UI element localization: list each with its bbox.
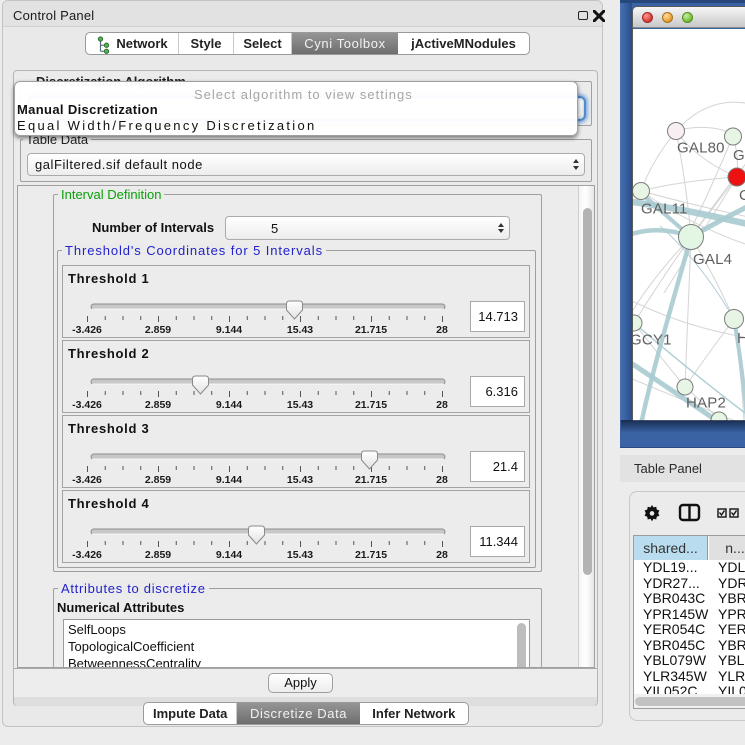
svg-text:9.144: 9.144	[216, 324, 242, 336]
svg-text:21.715: 21.715	[355, 474, 387, 486]
svg-text:28: 28	[436, 549, 448, 561]
svg-text:-3.426: -3.426	[72, 399, 102, 411]
svg-text:GCY1: GCY1	[633, 332, 672, 349]
svg-text:2.859: 2.859	[145, 399, 171, 411]
svg-text:21.715: 21.715	[355, 324, 387, 336]
svg-text:2.859: 2.859	[145, 324, 171, 336]
svg-text:GAL80: GAL80	[677, 140, 725, 157]
svg-text:-3.426: -3.426	[72, 549, 102, 561]
svg-text:28: 28	[436, 474, 448, 486]
svg-text:2.859: 2.859	[145, 549, 171, 561]
svg-text:9.144: 9.144	[216, 399, 242, 411]
svg-text:GAL4: GAL4	[693, 251, 732, 268]
svg-text:CY: CY	[739, 187, 745, 204]
svg-text:21.715: 21.715	[355, 399, 387, 411]
svg-text:28: 28	[436, 324, 448, 336]
svg-text:21.715: 21.715	[355, 549, 387, 561]
svg-text:-3.426: -3.426	[72, 324, 102, 336]
svg-text:15.43: 15.43	[287, 474, 313, 486]
svg-text:GAL11: GAL11	[641, 201, 688, 218]
svg-text:15.43: 15.43	[287, 324, 313, 336]
svg-text:HA: HA	[737, 330, 745, 347]
svg-text:-3.426: -3.426	[72, 474, 102, 486]
svg-text:2.859: 2.859	[145, 474, 171, 486]
svg-text:28: 28	[436, 399, 448, 411]
svg-text:HAP2: HAP2	[686, 395, 726, 412]
svg-text:9.144: 9.144	[216, 474, 242, 486]
svg-text:GA: GA	[733, 147, 745, 164]
svg-text:15.43: 15.43	[287, 549, 313, 561]
svg-text:9.144: 9.144	[216, 549, 242, 561]
svg-text:15.43: 15.43	[287, 399, 313, 411]
